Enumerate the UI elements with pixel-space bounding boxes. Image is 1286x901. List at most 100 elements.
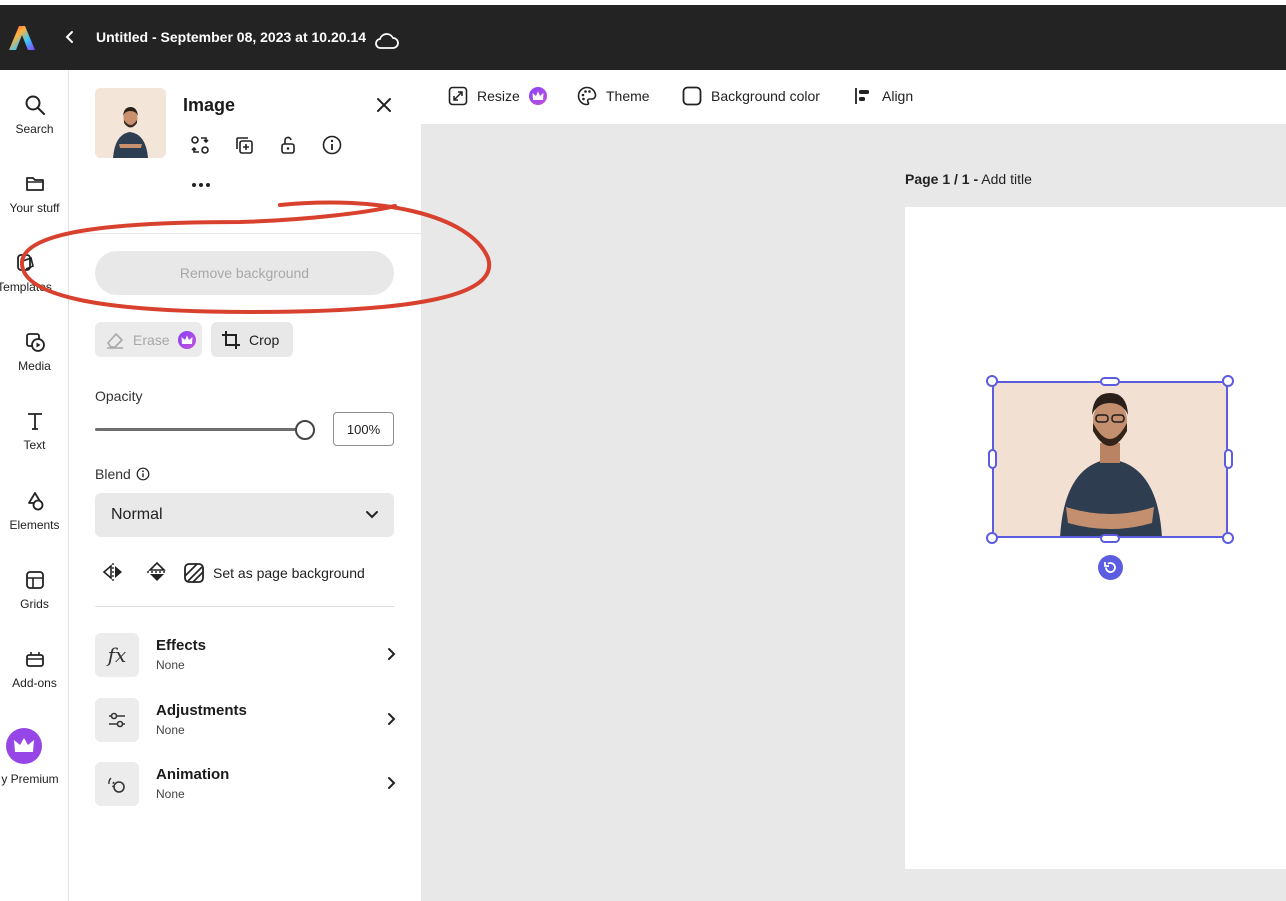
set-as-page-background-label: Set as page background [213, 565, 365, 581]
sliders-icon [95, 698, 139, 742]
blend-mode-value: Normal [111, 506, 163, 523]
chevron-down-icon [366, 511, 378, 519]
more-options-icon[interactable] [189, 178, 213, 192]
resize-icon [448, 86, 468, 106]
rail-item-add-ons[interactable]: Add-ons [0, 648, 69, 690]
close-icon[interactable] [374, 95, 394, 115]
resize-handle-bottom-left[interactable] [986, 532, 998, 544]
media-icon [25, 333, 45, 352]
left-rail: Search Your stuff Templates Media Text E… [0, 70, 69, 901]
rail-item-text[interactable]: Text [0, 410, 69, 452]
rail-item-premium[interactable]: y Premium [0, 728, 70, 786]
adobe-express-logo-icon[interactable] [8, 25, 36, 51]
rail-label: Grids [20, 597, 49, 611]
rail-label: Text [23, 438, 46, 452]
text-icon [27, 413, 42, 430]
info-icon[interactable] [136, 467, 150, 481]
rail-label: Templates [0, 280, 52, 294]
crop-icon [222, 330, 240, 349]
opacity-input[interactable]: 100% [333, 412, 394, 446]
opacity-slider-track[interactable] [95, 428, 305, 431]
opacity-label: Opacity [95, 388, 143, 404]
opacity-slider-thumb[interactable] [295, 420, 315, 440]
resize-handle-top-right[interactable] [1222, 375, 1234, 387]
add-title-link[interactable]: Add title [981, 171, 1032, 187]
theme-button[interactable]: Theme [577, 86, 650, 106]
background-color-label: Background color [711, 88, 820, 104]
blend-label-row: Blend [95, 466, 150, 482]
resize-handle-top[interactable] [1100, 377, 1120, 386]
erase-button[interactable]: Erase [95, 322, 202, 357]
panel-title: Image [183, 95, 236, 115]
resize-handle-bottom[interactable] [1100, 534, 1120, 543]
image-thumbnail [95, 88, 166, 158]
resize-handle-bottom-right[interactable] [1222, 532, 1234, 544]
rail-label: Media [18, 359, 51, 373]
flip-horizontal-icon[interactable] [101, 561, 125, 583]
crop-label: Crop [249, 331, 280, 348]
blend-mode-dropdown[interactable]: Normal [95, 493, 394, 537]
rail-item-grids[interactable]: Grids [0, 569, 69, 611]
crop-button[interactable]: Crop [211, 322, 293, 357]
grids-icon [25, 571, 44, 589]
page-background-icon [184, 563, 204, 583]
effects-row[interactable]: fx Effects None [95, 633, 405, 679]
replace-image-icon[interactable] [189, 134, 211, 156]
selection-box [992, 381, 1228, 538]
premium-crown-icon [528, 87, 547, 105]
rail-label: Your stuff [9, 201, 60, 215]
fx-icon: fx [95, 633, 139, 677]
erase-label: Erase [133, 331, 170, 348]
page[interactable] [905, 207, 1286, 869]
resize-handle-top-left[interactable] [986, 375, 998, 387]
remove-background-button[interactable]: Remove background [95, 251, 394, 295]
rail-label: Elements [9, 518, 60, 532]
rail-item-media[interactable]: Media [0, 331, 69, 373]
duplicate-icon[interactable] [233, 134, 255, 156]
rail-label: Add-ons [12, 676, 57, 690]
resize-handle-left[interactable] [988, 449, 997, 469]
adjustments-row[interactable]: Adjustments None [95, 698, 405, 744]
info-icon[interactable] [321, 134, 343, 156]
crown-icon [6, 728, 42, 764]
canvas-toolbar: Resize Theme Background color Align [421, 70, 1286, 124]
effects-title: Effects [156, 637, 207, 654]
elements-icon [27, 492, 43, 511]
theme-label: Theme [606, 88, 650, 104]
page-number: Page 1 / 1 - [905, 171, 979, 187]
premium-crown-icon [177, 330, 196, 349]
resize-handle-right[interactable] [1224, 449, 1233, 469]
adjustments-value: None [156, 723, 185, 737]
search-icon [25, 95, 45, 115]
top-bar: Untitled - September 08, 2023 at 10.20.1… [0, 5, 1286, 70]
rail-item-elements[interactable]: Elements [0, 490, 69, 532]
chevron-left-icon[interactable] [60, 25, 80, 49]
align-label: Align [882, 88, 914, 104]
add-ons-icon [25, 652, 44, 667]
canvas-area[interactable]: Page 1 / 1 - Add title [421, 124, 1286, 901]
flip-vertical-icon[interactable] [145, 561, 169, 583]
adjustments-title: Adjustments [156, 702, 247, 719]
animation-icon [95, 762, 139, 806]
chevron-right-icon [388, 777, 396, 789]
rail-item-your-stuff[interactable]: Your stuff [0, 173, 69, 215]
document-title[interactable]: Untitled - September 08, 2023 at 10.20.1… [96, 29, 366, 45]
chevron-right-icon [388, 713, 396, 725]
templates-icon [17, 254, 34, 271]
resize-button[interactable]: Resize [448, 86, 547, 106]
rail-item-search[interactable]: Search [0, 94, 69, 136]
cloud-icon[interactable] [374, 31, 400, 51]
align-left-icon [855, 88, 869, 104]
set-as-page-background-button[interactable]: Set as page background [183, 562, 365, 584]
rail-item-templates[interactable]: Templates [0, 252, 59, 294]
animation-row[interactable]: Animation None [95, 762, 405, 808]
rotate-handle[interactable] [1098, 555, 1123, 580]
resize-label: Resize [477, 88, 520, 104]
align-button[interactable]: Align [853, 86, 913, 106]
rail-label: y Premium [1, 772, 59, 786]
rail-label: Search [15, 122, 54, 136]
divider [69, 233, 421, 234]
unlock-icon[interactable] [277, 134, 299, 156]
background-color-button[interactable]: Background color [682, 86, 820, 106]
palette-icon [577, 86, 597, 106]
